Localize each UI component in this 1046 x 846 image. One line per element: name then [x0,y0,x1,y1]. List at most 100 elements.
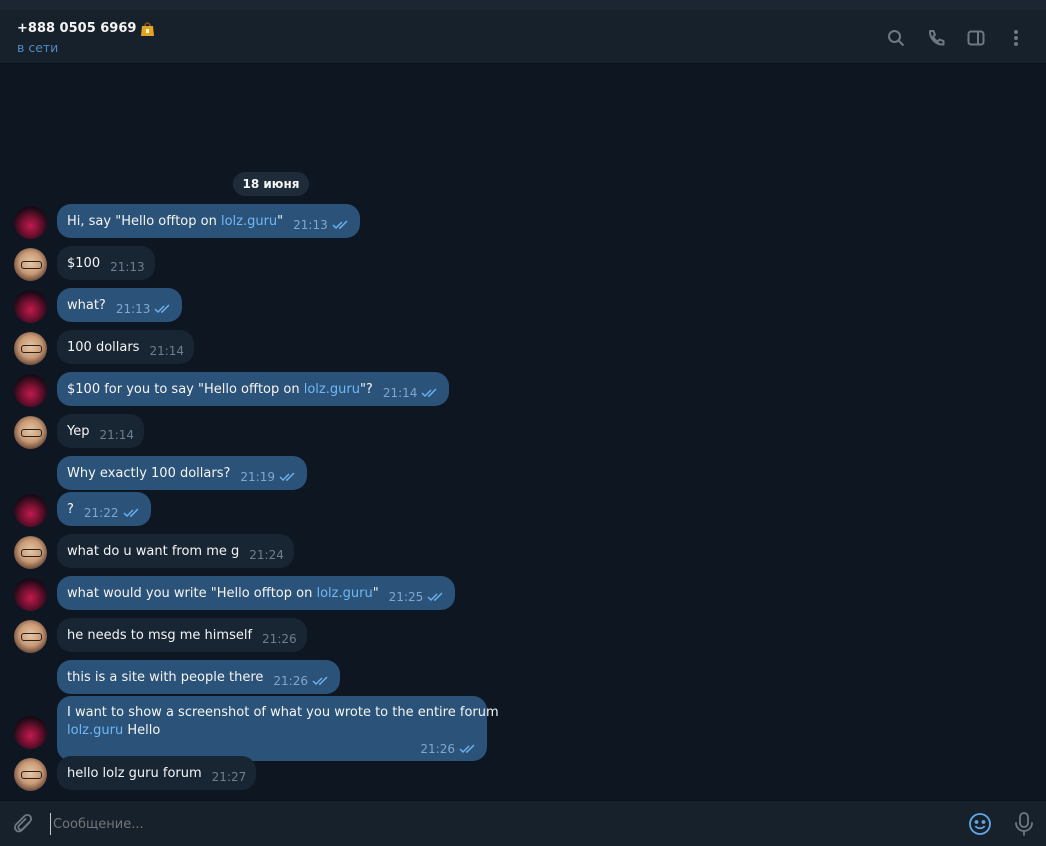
message-text-part: hello lolz guru forum [67,766,202,781]
message-meta: 21:13 [100,256,145,274]
emoji-icon[interactable] [968,812,992,836]
incoming-message[interactable]: what do u want from me g 21:24 [57,534,294,568]
message-meta: 21:25 [379,586,446,604]
avatar[interactable] [14,248,47,281]
outgoing-message[interactable]: this is a site with people there 21:26 [57,660,340,694]
message-text-part: ? [67,502,74,517]
message-text-part: Hello [123,723,161,738]
bag-emoji-icon [139,19,156,37]
message-text-part: "? [359,382,373,397]
read-checkmarks-icon [123,508,138,517]
incoming-message[interactable]: he needs to msg me himself 21:26 [57,618,307,652]
peer-name[interactable]: +888 0505 6969 [17,19,156,37]
message-time: 21:14 [99,428,135,442]
message-time: 21:13 [115,302,151,316]
message-text: what? [67,298,106,313]
avatar[interactable] [14,578,47,611]
avatar[interactable] [14,206,47,239]
attach-icon[interactable] [12,812,36,836]
outgoing-message[interactable]: ? 21:22 [57,492,151,526]
message-text: Why exactly 100 dollars? [67,466,230,481]
message-meta: 21:26 [252,628,297,646]
outgoing-message[interactable]: $100 for you to say "Hello offtop on lol… [57,372,450,406]
header-actions [876,26,1036,50]
avatar[interactable] [14,290,47,323]
read-checkmarks-icon [154,304,170,313]
message-meta: 21:26 [67,736,477,756]
message-text-part: " [372,586,379,601]
message-link[interactable]: lolz.guru [316,586,372,601]
message-text-part: what would you write "Hello offtop on [67,586,317,601]
sidebar-toggle-icon[interactable] [956,26,996,50]
message-time: 21:24 [249,548,284,562]
avatar[interactable] [14,494,47,527]
message-time: 21:19 [240,470,275,484]
phone-icon[interactable] [916,26,956,50]
message-composer [0,800,1046,846]
outgoing-message[interactable]: I want to show a screenshot of what you … [57,696,499,761]
incoming-message[interactable]: hello lolz guru forum 21:27 [57,756,257,790]
message-text-part: I want to show a screenshot of what you … [67,705,499,720]
avatar[interactable] [14,332,47,365]
incoming-message[interactable]: $100 21:13 [57,246,155,280]
message-text-part: Yep [67,424,90,439]
message-meta: 21:14 [139,340,185,358]
peer-title[interactable]: +888 0505 6969 [17,21,136,36]
outgoing-message[interactable]: what? 21:13 [57,288,183,322]
message-meta: 21:26 [263,670,330,688]
message-meta: 21:22 [74,502,141,520]
message-text: what do u want from me g [67,544,239,559]
message-time: 21:25 [388,590,424,604]
message-time: 21:27 [211,770,247,784]
outgoing-message[interactable]: Why exactly 100 dollars? 21:19 [57,456,307,490]
search-icon[interactable] [876,26,916,50]
message-time: 21:22 [83,506,119,520]
outgoing-message[interactable]: what would you write "Hello offtop on lo… [57,576,456,610]
outgoing-message[interactable]: Hi, say "Hello offtop on lolz.guru" 21:13 [57,204,360,238]
message-link[interactable]: lolz.guru [304,382,360,397]
message-time: 21:26 [420,742,455,756]
read-checkmarks-icon [459,744,475,753]
message-text-part: he needs to msg me himself [67,628,253,643]
message-meta: 21:14 [89,424,135,442]
message-meta: 21:27 [202,766,247,784]
message-meta: 21:13 [106,298,173,316]
message-text-part: what do u want from me g [67,544,240,559]
incoming-message[interactable]: Yep 21:14 [57,414,145,448]
avatar[interactable] [14,758,47,791]
window-top-strip [0,0,1046,10]
message-meta: 21:13 [283,214,350,232]
avatar[interactable] [14,374,47,407]
message-list[interactable]: 18 июня Hi, say "Hello offtop on lolz.gu… [0,64,1046,800]
message-time: 21:26 [273,674,308,688]
message-time: 21:26 [262,632,297,646]
message-link[interactable]: lolz.guru [221,214,277,229]
message-link[interactable]: lolz.guru [67,723,123,738]
message-text-part: Hi, say "Hello offtop on [67,214,221,229]
read-checkmarks-icon [279,472,295,481]
avatar[interactable] [14,416,47,449]
avatar[interactable] [14,716,47,749]
more-icon[interactable] [996,26,1036,50]
incoming-message[interactable]: 100 dollars 21:14 [57,330,195,364]
message-text: 100 dollars [67,340,139,355]
avatar[interactable] [14,620,47,653]
message-text: ? [67,502,74,517]
peer-status: в сети [17,40,59,55]
message-text-part: this is a site with people there [67,670,264,685]
message-time: 21:13 [110,260,145,274]
microphone-icon[interactable] [1013,811,1035,837]
message-time: 21:14 [149,344,185,358]
message-text: he needs to msg me himself [67,628,252,643]
read-checkmarks-icon [427,592,443,601]
message-text-part: $100 for you to say "Hello offtop on [67,382,304,397]
message-text-part: $100 [67,256,101,271]
message-text: I want to show a screenshot of what you … [67,705,499,738]
chat-header: +888 0505 6969 в сети [0,10,1046,64]
message-text: hello lolz guru forum [67,766,202,781]
read-checkmarks-icon [332,220,348,229]
message-input[interactable] [50,813,930,835]
message-time: 21:14 [382,386,418,400]
avatar[interactable] [14,536,47,569]
message-text: $100 for you to say "Hello offtop on lol… [67,382,373,397]
